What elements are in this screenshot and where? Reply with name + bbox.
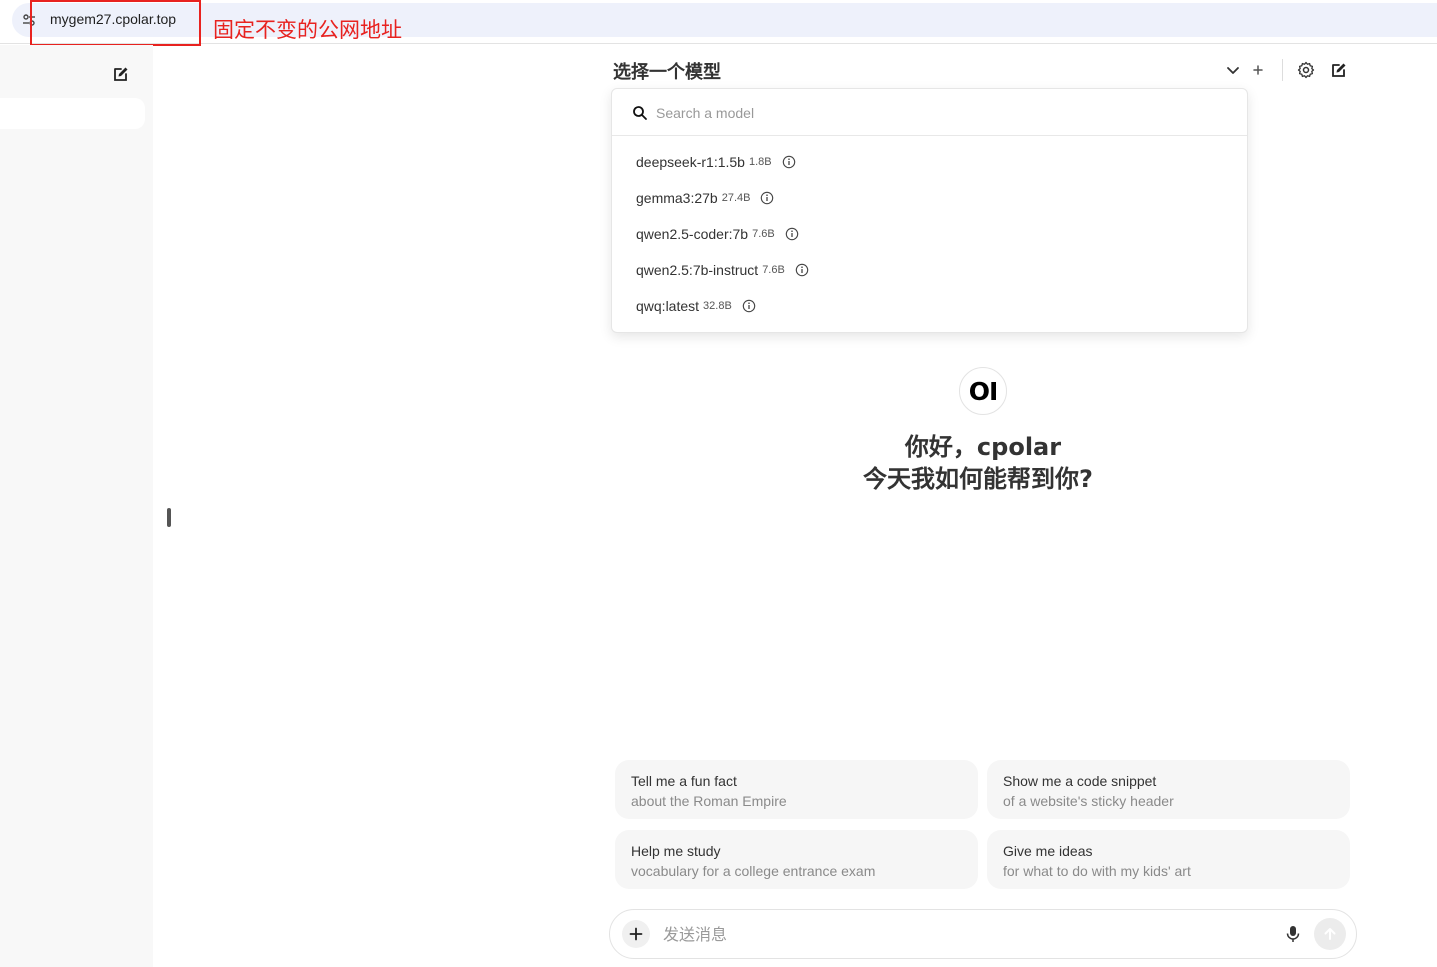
greeting-line-2: 今天我如何能帮到你? [863,465,1093,493]
model-search-bar [612,89,1247,136]
greeting-line-1: 你好，cpolar [904,433,1062,461]
send-button[interactable] [1314,918,1346,950]
model-name: gemma3:27b [636,190,718,206]
suggestion-subtitle: of a website's sticky header [1003,793,1174,809]
suggestion-card[interactable]: Give me ideas for what to do with my kid… [987,830,1350,889]
gear-icon[interactable] [1297,61,1315,79]
arrow-up-icon [1324,928,1336,940]
app-logo: OI [959,367,1007,415]
microphone-icon[interactable] [1283,924,1303,944]
suggestion-card[interactable]: Tell me a fun fact about the Roman Empir… [615,760,978,819]
greeting-line-2-row: 今天我如何能帮到你? [0,459,1437,494]
model-size: 1.8B [748,156,772,168]
suggestion-card[interactable]: Help me study vocabulary for a college e… [615,830,978,889]
model-name: qwen2.5:7b-instruct [636,262,759,278]
info-icon[interactable] [760,191,774,205]
model-name: qwen2.5-coder:7b [636,226,749,242]
model-option[interactable]: qwq:latest 32.8B [636,295,756,317]
search-icon [633,106,647,120]
model-option[interactable]: deepseek-r1:1.5b 1.8B [636,151,796,173]
model-size: 32.8B [703,300,732,312]
plus-icon [629,927,643,941]
suggestion-title: Give me ideas [1003,843,1093,859]
model-option[interactable]: gemma3:27b 27.4B [636,187,774,209]
suggestion-subtitle: about the Roman Empire [631,793,787,809]
model-option[interactable]: qwen2.5:7b-instruct 7.6B [636,259,809,281]
suggestion-card[interactable]: Show me a code snippet of a website's st… [987,760,1350,819]
model-dropdown: deepseek-r1:1.5b 1.8B gemma3:27b 27.4B q… [611,88,1248,333]
model-size: 27.4B [721,192,751,204]
info-icon[interactable] [782,155,796,169]
suggestion-title: Tell me a fun fact [631,773,737,789]
model-name: deepseek-r1:1.5b [636,154,745,170]
model-size: 7.6B [752,228,775,240]
url-annotation: 固定不变的公网地址 [213,18,402,42]
plus-icon[interactable] [1249,61,1267,79]
suggestion-title: Help me study [631,843,721,859]
edit-icon[interactable] [112,65,130,83]
browser-address-bar: mygem27.cpolar.top 固定不变的公网地址 [0,0,1437,46]
sidebar-resize-handle[interactable] [167,508,171,527]
suggestion-subtitle: vocabulary for a college entrance exam [631,863,876,879]
edit-icon[interactable] [1330,61,1348,79]
model-size: 7.6B [762,264,785,276]
model-selector-label[interactable]: 选择一个模型 [613,58,721,84]
model-name: qwq:latest [636,298,700,314]
sidebar [0,45,153,967]
greeting-line-1-row: 你好，cpolar [0,427,1437,462]
suggestion-title: Show me a code snippet [1003,773,1157,789]
header-divider [1282,59,1283,81]
sidebar-search-box[interactable] [0,98,145,129]
attach-button[interactable] [622,920,650,948]
chevron-down-icon[interactable] [1224,61,1242,79]
info-icon[interactable] [742,299,756,313]
chat-input-bar [609,909,1357,959]
url-highlight-box [30,0,201,46]
info-icon[interactable] [785,227,799,241]
message-input[interactable] [663,923,1263,945]
suggestion-subtitle: for what to do with my kids' art [1003,863,1191,879]
info-icon[interactable] [795,263,809,277]
model-search-input[interactable] [656,102,1056,124]
model-option[interactable]: qwen2.5-coder:7b 7.6B [636,223,799,245]
